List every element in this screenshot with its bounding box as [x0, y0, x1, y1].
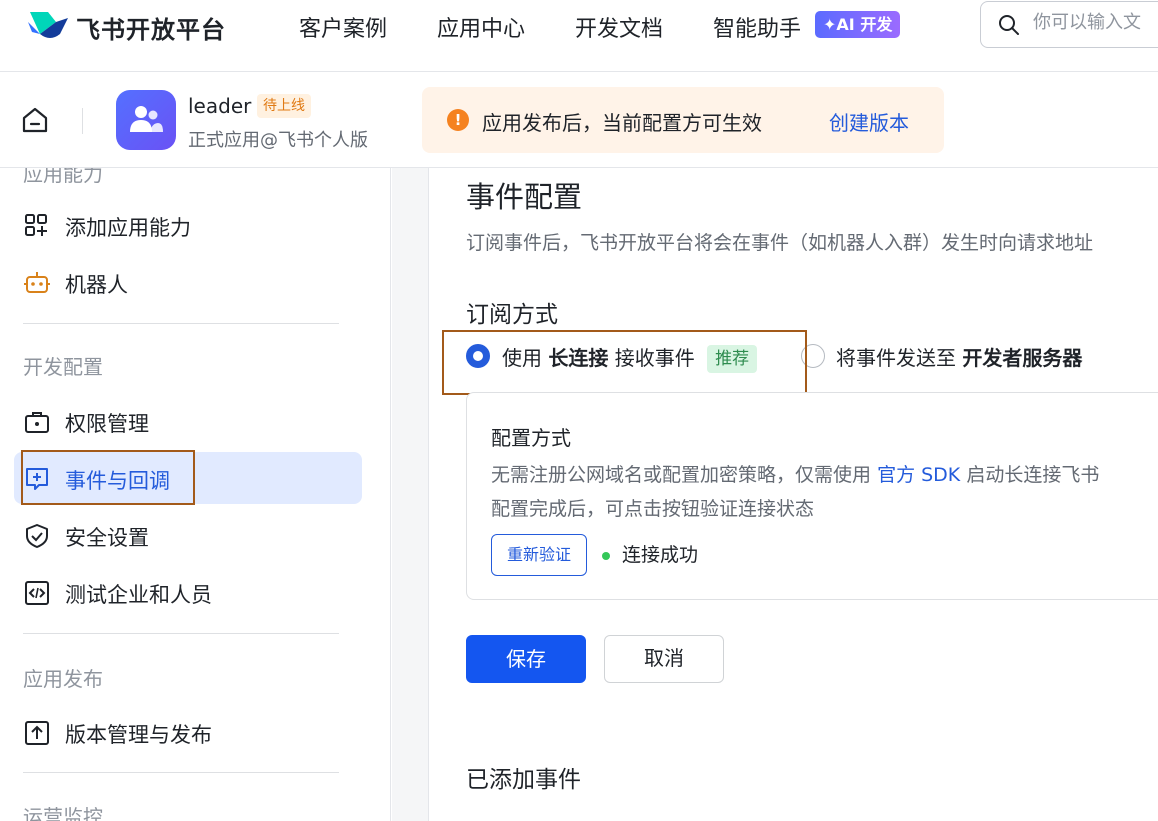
sidebar-item-permissions[interactable]: 权限管理 [14, 395, 362, 447]
reverify-button[interactable]: 重新验证 [491, 534, 587, 576]
sidebar: 应用能力 添加应用能力 机器人 开发配置 权限管理 事件与回调 安全设置 测试企… [0, 168, 391, 821]
sidebar-item-label: 机器人 [65, 273, 128, 297]
apps-add-icon [25, 214, 47, 236]
subscribe-method-title: 订阅方式 [466, 302, 558, 328]
status-dot [602, 552, 610, 560]
divider [23, 323, 339, 324]
brand-name[interactable]: 飞书开放平台 [76, 10, 226, 45]
warning-icon: ! [447, 109, 469, 131]
section-app-release: 应用发布 [23, 667, 103, 691]
nav-smart-assistant[interactable]: 智能助手 [713, 11, 801, 43]
briefcase-lock-icon [25, 412, 49, 433]
sidebar-item-label: 测试企业和人员 [65, 583, 212, 607]
connection-status: 连接成功 [622, 544, 699, 566]
card-title: 配置方式 [491, 426, 571, 450]
app-avatar [116, 90, 176, 150]
nav-dev-docs[interactable]: 开发文档 [575, 11, 663, 43]
section-ops-monitor: 运营监控 [23, 805, 103, 821]
section-app-capability: 应用能力 [23, 168, 103, 186]
app-subtitle: 正式应用@飞书个人版 [188, 130, 368, 151]
search-input[interactable] [1033, 12, 1158, 33]
card-description-2: 配置完成后，可点击按钮验证连接状态 [491, 498, 815, 520]
search-icon [999, 15, 1019, 35]
added-events-title: 已添加事件 [466, 767, 581, 793]
shield-check-icon [26, 524, 48, 548]
cancel-button[interactable]: 取消 [604, 635, 724, 683]
section-dev-config: 开发配置 [23, 355, 103, 379]
sidebar-item-add-capability[interactable]: 添加应用能力 [14, 199, 362, 251]
users-icon [130, 106, 163, 132]
ai-dev-badge[interactable]: ✦AI 开发 [815, 11, 901, 38]
robot-icon [24, 272, 50, 293]
sidebar-item-version-release[interactable]: 版本管理与发布 [14, 706, 362, 758]
app-name: leader [188, 94, 252, 118]
nav-app-center[interactable]: 应用中心 [437, 11, 525, 43]
highlight-box [442, 330, 807, 395]
search-box[interactable] [980, 1, 1158, 48]
highlight-box [21, 450, 195, 505]
divider [23, 772, 339, 773]
sidebar-item-label: 添加应用能力 [65, 216, 191, 240]
release-notice: ! 应用发布后，当前配置方可生效 创建版本 [422, 87, 944, 153]
official-sdk-link[interactable]: 官方 SDK [877, 464, 960, 486]
card-description: 无需注册公网域名或配置加密策略，仅需使用 官方 SDK 启动长连接飞书 [491, 460, 1099, 487]
sidebar-item-test-enterprise[interactable]: 测试企业和人员 [14, 566, 362, 618]
page-description: 订阅事件后，飞书开放平台将会在事件（如机器人入群）发生时向请求地址 [466, 232, 1094, 254]
code-box-icon [25, 581, 49, 605]
top-navigation: 飞书开放平台 客户案例 应用中心 开发文档 智能助手 ✦AI 开发 [0, 0, 1158, 72]
feishu-logo[interactable] [26, 8, 70, 42]
desc-text: 启动长连接飞书 [966, 464, 1100, 486]
scroll-gutter [392, 168, 428, 821]
divider [82, 108, 83, 134]
option-bold-text: 开发者服务器 [962, 346, 1083, 370]
sidebar-item-label: 版本管理与发布 [65, 723, 212, 747]
page-title: 事件配置 [466, 180, 583, 214]
sidebar-item-bot[interactable]: 机器人 [14, 256, 362, 308]
create-version-link[interactable]: 创建版本 [829, 107, 909, 136]
app-header: leader 待上线 正式应用@飞书个人版 ! 应用发布后，当前配置方可生效 创… [0, 72, 1158, 168]
nav-customer-cases[interactable]: 客户案例 [299, 11, 387, 43]
home-icon[interactable] [20, 106, 50, 134]
sidebar-item-label: 安全设置 [65, 526, 149, 550]
option-developer-server-label[interactable]: 将事件发送至 开发者服务器 [836, 342, 1082, 371]
status-badge: 待上线 [257, 94, 311, 118]
save-button[interactable]: 保存 [466, 635, 586, 683]
main-content: 事件配置 订阅事件后，飞书开放平台将会在事件（如机器人入群）发生时向请求地址 订… [428, 168, 1158, 821]
divider [23, 633, 339, 634]
config-method-card: 配置方式 无需注册公网域名或配置加密策略，仅需使用 官方 SDK 启动长连接飞书… [466, 392, 1158, 600]
upload-box-icon [25, 721, 49, 745]
sidebar-item-security[interactable]: 安全设置 [14, 509, 362, 561]
sidebar-item-label: 权限管理 [65, 412, 149, 436]
notice-message: 应用发布后，当前配置方可生效 [482, 111, 762, 135]
desc-text: 无需注册公网域名或配置加密策略，仅需使用 [491, 464, 872, 486]
option-text: 将事件发送至 [836, 346, 956, 370]
